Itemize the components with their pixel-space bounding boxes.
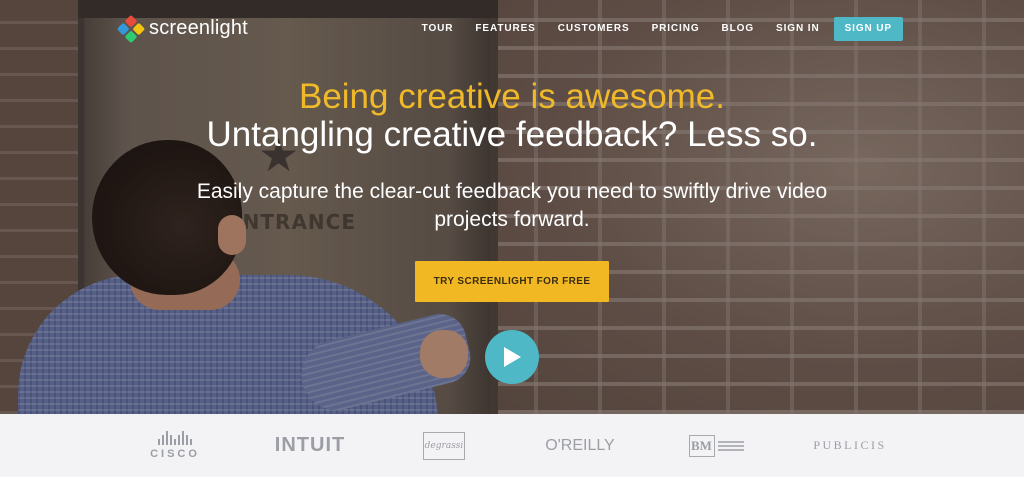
nav-item-sign-in[interactable]: SIGN IN (765, 17, 831, 41)
headline-primary: Being creative is awesome. (298, 77, 726, 116)
nav-item-pricing[interactable]: PRICING (641, 17, 711, 41)
top-nav: TOUR FEATURES CUSTOMERS PRICING BLOG SIG… (411, 17, 903, 41)
degrassi-wordmark: degrassi (423, 431, 465, 460)
hero-section: ★ ENTRANCE screenlight TOUR FEATURES CUS… (0, 0, 1024, 414)
bm-lines-icon (717, 440, 744, 451)
bm-monogram: BM (688, 434, 715, 457)
headline-secondary: Untangling creative feedback? Less so. (206, 115, 818, 154)
nav-item-blog[interactable]: BLOG (711, 17, 766, 41)
cisco-logo: CISCO (140, 414, 210, 477)
try-free-button[interactable]: TRY SCREENLIGHT FOR FREE (415, 261, 609, 302)
play-video-button[interactable] (485, 330, 539, 384)
hero-subheading: Easily capture the clear-cut feedback yo… (196, 180, 828, 231)
nav-item-tour[interactable]: TOUR (411, 17, 465, 41)
sign-up-button[interactable]: SIGN UP (833, 17, 903, 41)
cisco-bars-icon (158, 431, 192, 445)
brand-name: screenlight (149, 17, 248, 39)
cisco-wordmark: CISCO (150, 448, 200, 460)
oreilly-logo: O'REILLY (545, 436, 615, 454)
nav-item-features[interactable]: FEATURES (464, 17, 546, 41)
intuit-logo: INTUIT (274, 434, 346, 456)
play-icon (504, 347, 521, 367)
publicis-logo: PUBLICIS (813, 438, 887, 452)
degrassi-logo: degrassi (422, 414, 466, 477)
bm-logo: BM (686, 414, 746, 477)
brand-logo[interactable]: screenlight (116, 14, 248, 43)
client-logos-bar: CISCO INTUIT degrassi O'REILLY BM PUBLIC… (0, 414, 1024, 477)
nav-item-customers[interactable]: CUSTOMERS (547, 17, 641, 41)
logo-mark-icon (116, 14, 146, 43)
